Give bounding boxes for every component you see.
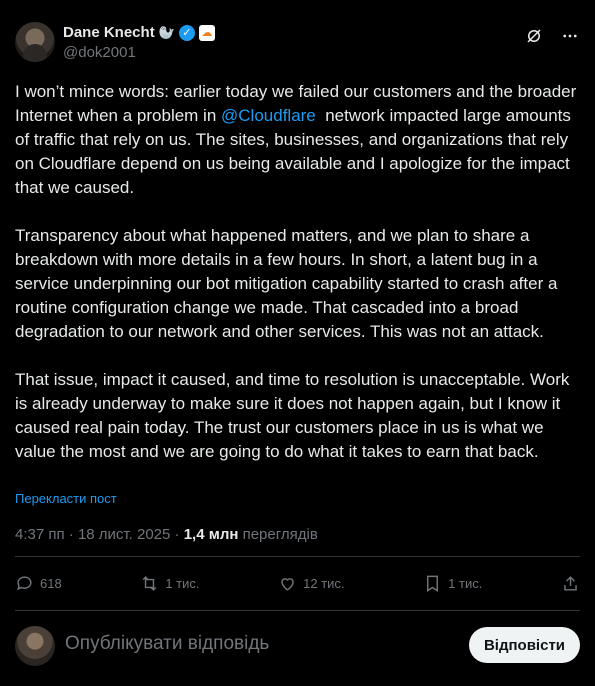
reply-input[interactable]: Опублікувати відповідь bbox=[65, 633, 269, 655]
heart-icon bbox=[281, 577, 294, 591]
translate-post-link[interactable]: Перекласти пост bbox=[15, 491, 117, 506]
current-user-avatar[interactable] bbox=[15, 626, 55, 666]
bookmark-action[interactable]: 1 тис. bbox=[423, 574, 482, 593]
bookmark-count: 1 тис. bbox=[448, 575, 483, 591]
tweet-paragraph-3: That issue, impact it caused, and time t… bbox=[15, 370, 575, 461]
more-icon[interactable] bbox=[560, 26, 580, 46]
tweet-meta: 4:37 пп · 18 лист. 2025 · 1,4 млн перегл… bbox=[15, 526, 318, 543]
divider bbox=[15, 610, 580, 611]
author-handle[interactable]: @dok2001 bbox=[63, 44, 136, 61]
reply-icon bbox=[17, 575, 32, 590]
author-avatar[interactable] bbox=[15, 22, 55, 62]
cloudflare-affiliate-icon[interactable]: ☁ bbox=[198, 24, 215, 41]
repost-action[interactable]: 1 тис. bbox=[140, 574, 200, 593]
tweet-header: Dane Knecht 🦭 ✓ ☁ @dok2001 bbox=[15, 22, 580, 66]
meta-separator: · bbox=[64, 526, 78, 543]
bookmark-icon bbox=[427, 575, 439, 592]
author-name[interactable]: Dane Knecht bbox=[63, 24, 155, 41]
tweet-time[interactable]: 4:37 пп bbox=[15, 526, 65, 543]
grok-icon[interactable] bbox=[524, 26, 544, 46]
reply-button[interactable]: Відповісти bbox=[469, 627, 580, 663]
reply-count: 618 bbox=[40, 575, 62, 591]
repost-icon bbox=[142, 575, 157, 591]
tweet-paragraph-2: Transparency about what happened matters… bbox=[15, 226, 563, 341]
verified-badge-icon[interactable]: ✓ bbox=[178, 24, 195, 41]
meta-separator: · bbox=[170, 526, 184, 543]
tweet-date[interactable]: 18 лист. 2025 bbox=[78, 526, 170, 543]
repost-count: 1 тис. bbox=[165, 575, 200, 591]
reply-action[interactable]: 618 bbox=[15, 574, 62, 593]
tweet-text: I won’t mince words: earlier today we fa… bbox=[15, 80, 580, 464]
view-count: 1,4 млн bbox=[183, 526, 239, 543]
cloudflare-mention-link[interactable]: @Cloudflare bbox=[221, 106, 316, 125]
author-name-row: Dane Knecht 🦭 ✓ ☁ bbox=[63, 24, 215, 41]
reply-composer: Опублікувати відповідь Відповісти bbox=[15, 626, 580, 666]
header-actions bbox=[524, 26, 580, 46]
like-action[interactable]: 12 тис. bbox=[278, 574, 345, 593]
views-label: переглядів bbox=[238, 526, 318, 543]
share-icon bbox=[564, 575, 577, 591]
divider bbox=[15, 556, 580, 557]
like-count: 12 тис. bbox=[303, 575, 345, 591]
share-action[interactable] bbox=[561, 574, 580, 593]
action-bar: 618 1 тис. 12 тис. 1 тис. bbox=[15, 572, 580, 594]
seal-emoji: 🦭 bbox=[158, 24, 175, 40]
